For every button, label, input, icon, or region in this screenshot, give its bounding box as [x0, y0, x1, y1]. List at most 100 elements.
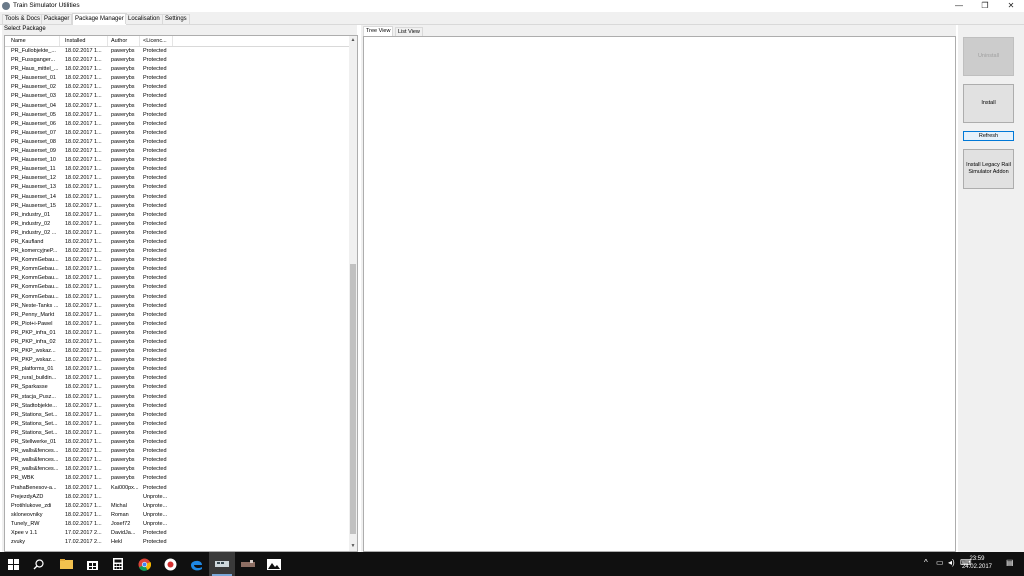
- table-row[interactable]: PR_industry_02 ... 18.02.2017 1... paweryb…: [5, 229, 349, 238]
- install-button[interactable]: Install: [963, 84, 1014, 123]
- uninstall-button[interactable]: Uninstall: [963, 37, 1014, 76]
- tab-tools-docs[interactable]: Tools & Docs: [2, 14, 44, 24]
- installed-date-cell: 18.02.2017 1...: [65, 457, 102, 464]
- table-row[interactable]: PR_Hauserset_04 18.02.2017 1... pawerybs Pr…: [5, 102, 349, 111]
- table-row[interactable]: Xpee v 1.1 17.02.2017 2... DavidJa... Prote…: [5, 529, 349, 538]
- app-icon-red[interactable]: [162, 556, 178, 572]
- table-row[interactable]: PR_Fussganger... 18.02.2017 1... pawerybs P…: [5, 56, 349, 65]
- close-button[interactable]: ✕: [998, 0, 1024, 12]
- table-row[interactable]: PR_Hauserset_12 18.02.2017 1... pawerybs Pr…: [5, 174, 349, 183]
- table-row[interactable]: PR_Hauserset_11 18.02.2017 1... pawerybs Pr…: [5, 165, 349, 174]
- tab-localisation[interactable]: Localisation: [125, 14, 163, 24]
- table-row[interactable]: PR_Hauserset_01 18.02.2017 1... pawerybs Pr…: [5, 74, 349, 83]
- table-row[interactable]: PrahaBenesov-a... 18.02.2017 1... Kai000px…: [5, 484, 349, 493]
- table-row[interactable]: PR_Hauserset_10 18.02.2017 1... pawerybs Pr…: [5, 156, 349, 165]
- table-row[interactable]: PR_WBK 18.02.2017 1... pawerybs Protected: [5, 474, 349, 483]
- table-row[interactable]: PR_Hauserset_06 18.02.2017 1... pawerybs Pr…: [5, 120, 349, 129]
- table-row[interactable]: PR_KommGebau... 18.02.2017 1... pawerybs Pr…: [5, 256, 349, 265]
- tree-view-area[interactable]: [363, 36, 956, 552]
- table-row[interactable]: PR_Neste-Tanks ... 18.02.2017 1... paweryb…: [5, 302, 349, 311]
- tab-package-manager[interactable]: Package Manager: [72, 13, 127, 25]
- minimize-button[interactable]: —: [946, 0, 972, 12]
- calculator-icon[interactable]: [110, 556, 126, 572]
- file-explorer-icon[interactable]: [58, 556, 74, 572]
- package-list[interactable]: Name Installed Author <Licenc... PR_Full…: [4, 35, 358, 552]
- column-header-licence[interactable]: <Licenc...: [140, 36, 173, 46]
- table-row[interactable]: PR_Stations_Set... 18.02.2017 1... paweryb…: [5, 429, 349, 438]
- table-row[interactable]: PR_Hauserset_07 18.02.2017 1... pawerybs Pr…: [5, 129, 349, 138]
- table-row[interactable]: PR_walls&fences... 18.02.2017 1... paweryb…: [5, 456, 349, 465]
- table-row[interactable]: PR_komercyjneP... 18.02.2017 1... pawerybs…: [5, 247, 349, 256]
- table-row[interactable]: PR_industry_01 18.02.2017 1... pawerybs Pro…: [5, 211, 349, 220]
- table-row[interactable]: PR_industry_02 18.02.2017 1... pawerybs Pro…: [5, 220, 349, 229]
- table-row[interactable]: skloneovniky 18.02.2017 1... Roman Unprote.…: [5, 511, 349, 520]
- licence-cell: Protected: [143, 366, 167, 373]
- package-name-cell: PR_Haus_mittel_...: [11, 66, 59, 73]
- table-row[interactable]: PR_KommGebau... 18.02.2017 1... pawerybs Pr…: [5, 274, 349, 283]
- table-row[interactable]: PR_platforms_01 18.02.2017 1... pawerybs Pr…: [5, 365, 349, 374]
- table-row[interactable]: PR_KommGebau... 18.02.2017 1... pawerybs Pr…: [5, 283, 349, 292]
- table-row[interactable]: PR_Hauserset_05 18.02.2017 1... pawerybs Pr…: [5, 111, 349, 120]
- table-row[interactable]: Tunely_RW 18.02.2017 1... Josef72 Unprote..…: [5, 520, 349, 529]
- train-simulator-icon[interactable]: [240, 556, 256, 572]
- column-header-author[interactable]: Author: [108, 36, 140, 46]
- table-row[interactable]: zvuky 17.02.2017 2... Hekl Protected: [5, 538, 349, 547]
- table-row[interactable]: PR_Penny_Markt 18.02.2017 1... pawerybs Pro…: [5, 311, 349, 320]
- table-row[interactable]: PR_PKP_infra_02 18.02.2017 1... pawerybs Pr…: [5, 338, 349, 347]
- show-hidden-icons-icon[interactable]: ^: [924, 558, 928, 567]
- edge-icon[interactable]: [188, 556, 204, 572]
- table-row[interactable]: PR_Hauserset_03 18.02.2017 1... pawerybs Pr…: [5, 92, 349, 101]
- table-row[interactable]: PR_KommGebau... 18.02.2017 1... pawerybs Pr…: [5, 265, 349, 274]
- scroll-down-icon[interactable]: ▼: [349, 542, 357, 551]
- table-row[interactable]: PR_Hauserset_15 18.02.2017 1... pawerybs Pr…: [5, 202, 349, 211]
- table-row[interactable]: PR_PKP_wskaz... 18.02.2017 1... pawerybs Pr…: [5, 347, 349, 356]
- author-cell: pawerybs: [111, 129, 135, 136]
- table-row[interactable]: PR_Hauserset_14 18.02.2017 1... pawerybs Pr…: [5, 193, 349, 202]
- notifications-icon[interactable]: ▤: [1006, 558, 1014, 567]
- tab-packager[interactable]: Packager: [41, 14, 73, 24]
- package-list-scrollbar[interactable]: ▲ ▼: [349, 36, 357, 551]
- column-header-name[interactable]: Name: [8, 36, 60, 46]
- scroll-up-icon[interactable]: ▲: [349, 36, 357, 45]
- table-row[interactable]: PR_PKP_wskaz... 18.02.2017 1... pawerybs Pr…: [5, 356, 349, 365]
- maximize-button[interactable]: ❐: [972, 0, 998, 12]
- windows-start-icon[interactable]: [5, 556, 21, 572]
- table-row[interactable]: PR_Piot+i-Pawel 18.02.2017 1... pawerybs Pr…: [5, 320, 349, 329]
- table-row[interactable]: PR_rural_buildin... 18.02.2017 1... pawery…: [5, 374, 349, 383]
- table-row[interactable]: PR_Hauserset_13 18.02.2017 1... pawerybs Pr…: [5, 183, 349, 192]
- table-row[interactable]: PR_stacja_Pusz... 18.02.2017 1... pawerybs…: [5, 393, 349, 402]
- table-row[interactable]: PR_PKP_infra_01 18.02.2017 1... pawerybs Pr…: [5, 329, 349, 338]
- install-legacy-addon-button[interactable]: Install Legacy Rail Simulator Addon: [963, 149, 1014, 189]
- table-row[interactable]: PR_walls&fences... 18.02.2017 1... paweryb…: [5, 465, 349, 474]
- table-row[interactable]: PR_Stations_Set... 18.02.2017 1... paweryb…: [5, 411, 349, 420]
- table-row[interactable]: PR_Kaufland 18.02.2017 1... pawerybs Protec…: [5, 238, 349, 247]
- photos-icon[interactable]: [266, 556, 282, 572]
- table-row[interactable]: PR_Haus_mittel_... 18.02.2017 1... paweryb…: [5, 65, 349, 74]
- table-row[interactable]: PR_walls&fences... 18.02.2017 1... paweryb…: [5, 447, 349, 456]
- table-row[interactable]: PR_Hauserset_08 18.02.2017 1... pawerybs Pr…: [5, 138, 349, 147]
- tab-settings[interactable]: Settings: [162, 14, 190, 24]
- table-row[interactable]: PR_Hauserset_09 18.02.2017 1... pawerybs Pr…: [5, 147, 349, 156]
- table-row[interactable]: PR_Stadtobjekte... 18.02.2017 1... paweryb…: [5, 402, 349, 411]
- package-name-cell: PR_Stations_Set...: [11, 420, 58, 427]
- column-header-installed[interactable]: Installed: [62, 36, 108, 46]
- table-row[interactable]: PR_Stellwerke_01 18.02.2017 1... pawerybs P…: [5, 438, 349, 447]
- refresh-button[interactable]: Refresh: [963, 131, 1014, 141]
- taskbar-train-simulator-utilities[interactable]: [209, 552, 235, 576]
- table-row[interactable]: PR_Stations_Set... 18.02.2017 1... paweryb…: [5, 420, 349, 429]
- search-icon[interactable]: [30, 556, 46, 572]
- volume-icon[interactable]: ◂): [948, 558, 955, 567]
- store-icon[interactable]: [84, 556, 100, 572]
- table-row[interactable]: PrejezdyAZD 18.02.2017 1... Unprote...: [5, 493, 349, 502]
- table-row[interactable]: PR_Fullobjekte_... 18.02.2017 1... paweryb…: [5, 47, 349, 56]
- scroll-thumb[interactable]: [350, 264, 356, 534]
- table-row[interactable]: PR_Hauserset_02 18.02.2017 1... pawerybs Pr…: [5, 83, 349, 92]
- table-row[interactable]: PR_Sparkasse 18.02.2017 1... pawerybs Prote…: [5, 383, 349, 392]
- table-row[interactable]: Protihlukove_zdi 18.02.2017 1... Michal Unp…: [5, 502, 349, 511]
- licence-cell: Unprote...: [143, 502, 168, 509]
- chrome-icon[interactable]: [136, 556, 152, 572]
- author-cell: pawerybs: [111, 93, 135, 100]
- network-icon[interactable]: ▭: [936, 558, 944, 567]
- table-row[interactable]: PR_KommGebau... 18.02.2017 1... pawerybs Pr…: [5, 293, 349, 302]
- taskbar-clock[interactable]: 23:59 24.02.2017: [962, 555, 992, 571]
